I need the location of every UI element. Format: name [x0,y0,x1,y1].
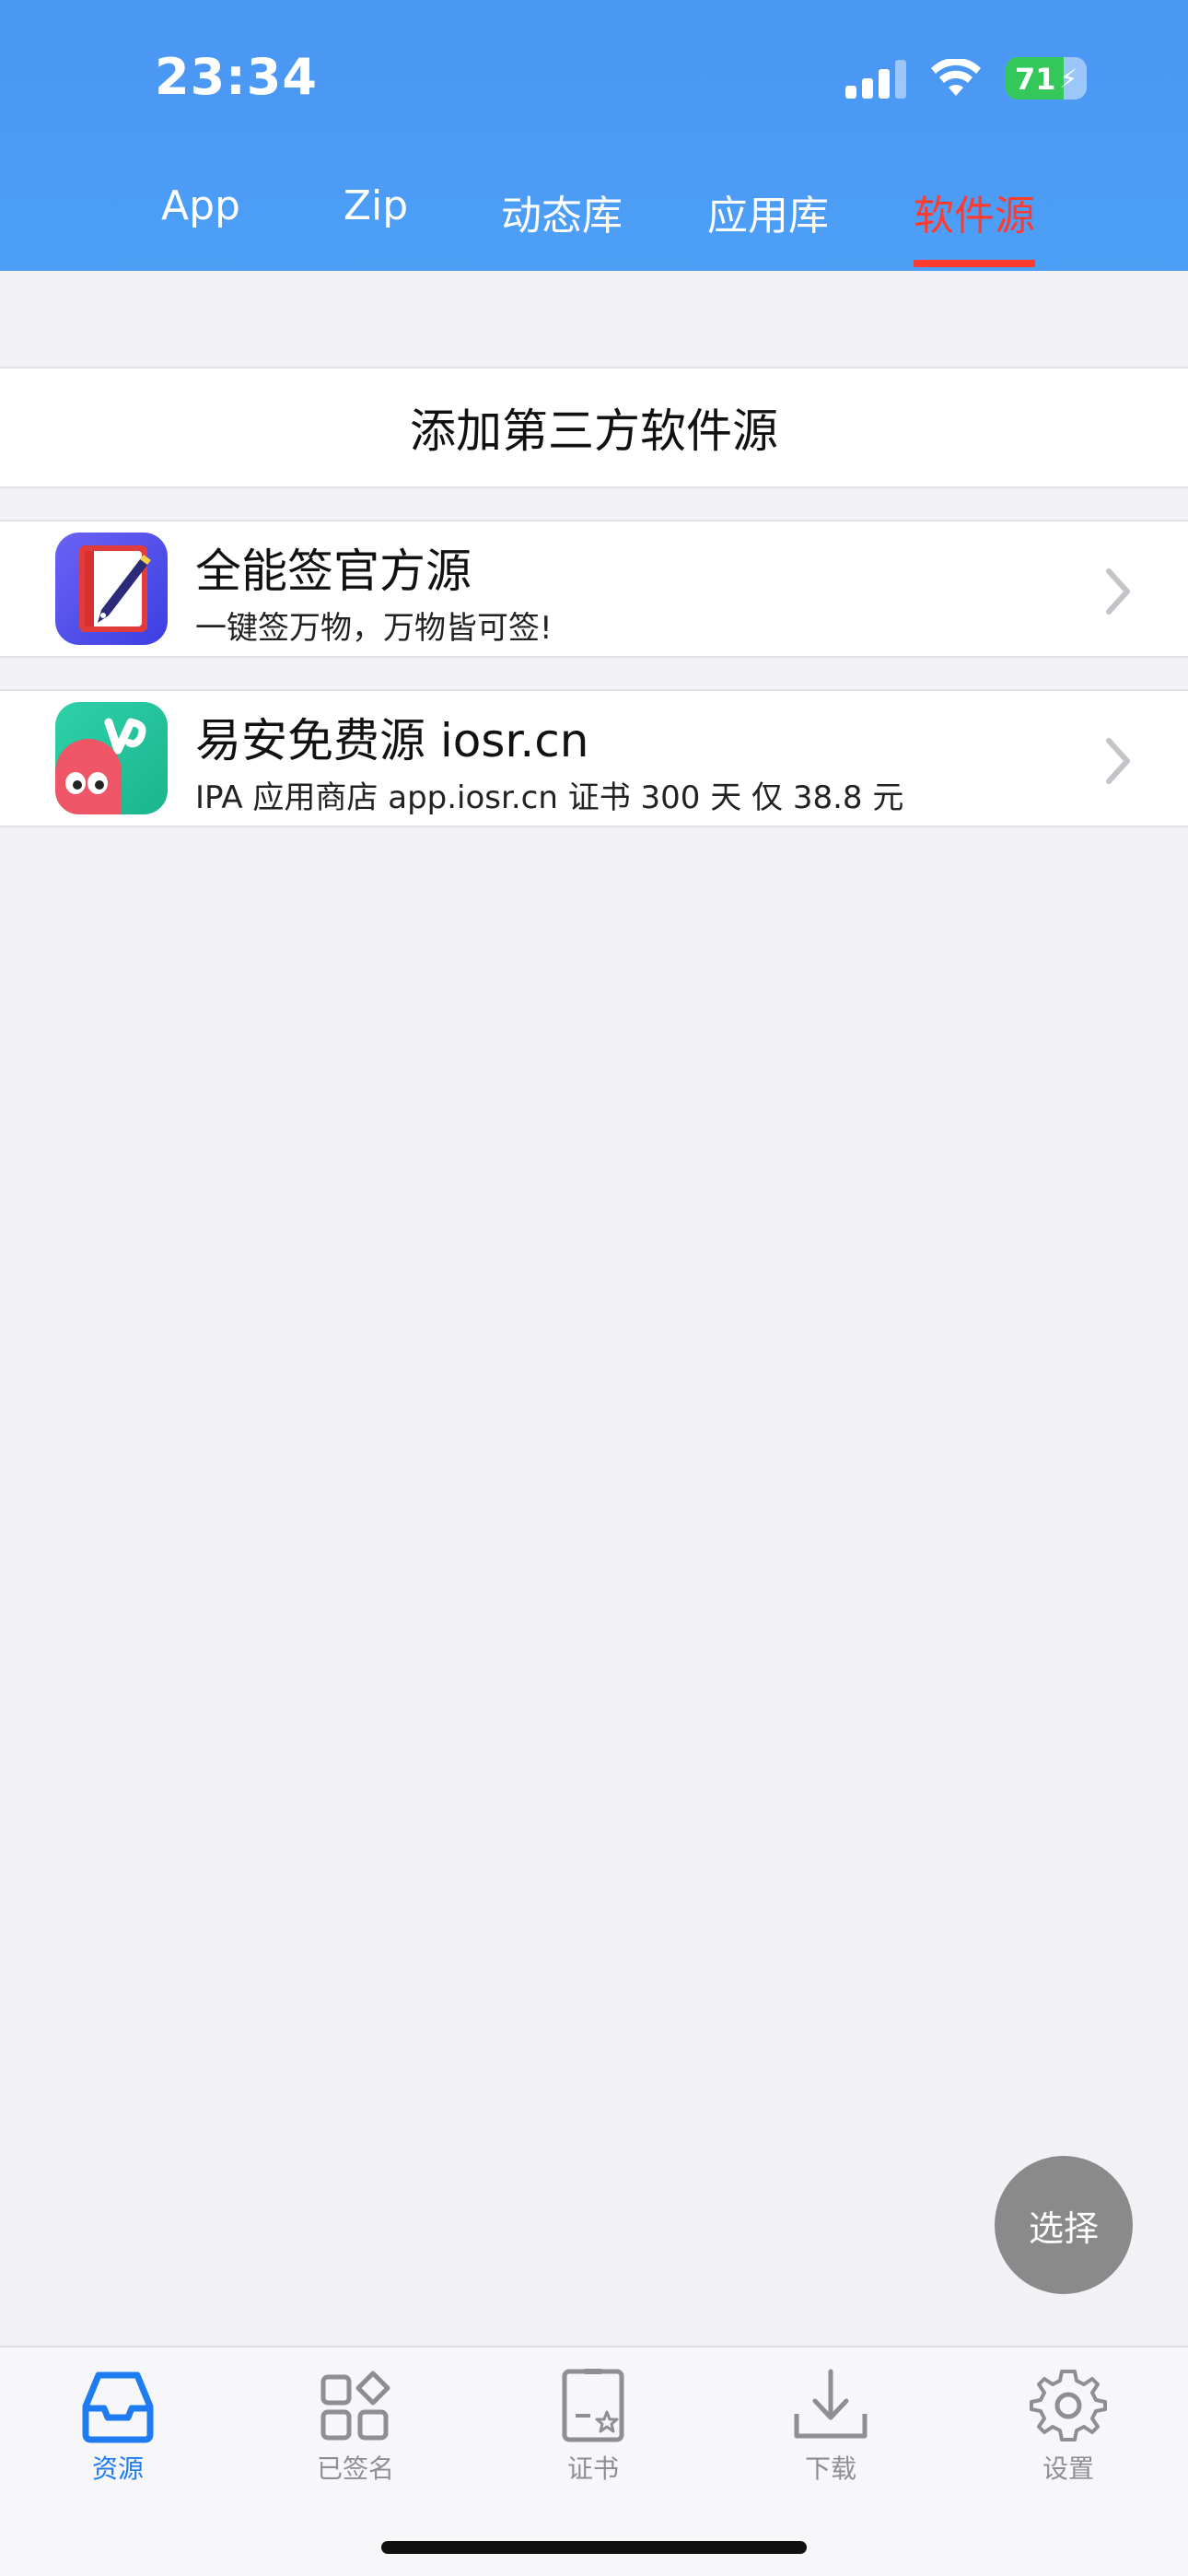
add-source-label: 添加第三方软件源 [410,404,778,458]
home-indicator[interactable] [381,2541,807,2554]
tab-app[interactable]: App [161,182,240,229]
inbox-icon [82,2371,154,2443]
tabbar-item-certificates[interactable]: 证书 [519,2366,667,2486]
vine-ghost-icon [55,702,168,814]
tabbar-item-download[interactable]: 下载 [757,2366,904,2486]
tabbar-label: 已签名 [316,2453,394,2484]
pen-book-icon [55,533,168,645]
source-title: 全能签官方源 [195,544,472,598]
source-row-official[interactable]: 全能签官方源 一键签万物，万物皆可签! [0,520,1188,658]
tab-app-library[interactable]: 应用库 [707,182,829,241]
cellular-signal-icon [845,58,906,99]
status-icons: 71 ⚡ [845,57,1087,100]
status-time: 23:34 [155,48,318,106]
source-subtitle: IPA 应用商店 app.iosr.cn 证书 300 天 仅 38.8 元 [195,779,904,816]
chevron-right-icon [1106,738,1130,784]
tab-software-source[interactable]: 软件源 [914,182,1035,241]
tabbar-label: 证书 [566,2453,619,2484]
top-header: 23:34 71 ⚡ App Zip 动态库 应用库 软件源 [0,0,1188,271]
select-button-label: 选择 [1028,2207,1099,2249]
wifi-icon [931,59,981,96]
tab-zip[interactable]: Zip [344,182,408,229]
add-source-button[interactable]: 添加第三方软件源 [0,367,1188,488]
battery-level: 71 [1015,62,1056,97]
select-button[interactable]: 选择 [995,2156,1133,2294]
chevron-right-icon [1106,568,1130,615]
battery-icon: 71 ⚡ [1006,57,1087,100]
tabbar-label: 资源 [91,2453,144,2484]
certificate-icon [562,2369,624,2442]
source-title: 易安免费源 iosr.cn [195,714,589,767]
download-icon [794,2369,868,2439]
source-subtitle: 一键签万物，万物皆可签! [195,610,553,647]
top-tabs: App Zip 动态库 应用库 软件源 [0,182,1188,271]
source-row-yian[interactable]: 易安免费源 iosr.cn IPA 应用商店 app.iosr.cn 证书 30… [0,689,1188,827]
tabbar-label: 设置 [1042,2453,1094,2484]
active-tab-indicator [914,260,1035,267]
tabbar-item-settings[interactable]: 设置 [995,2366,1142,2486]
tabbar-item-signed[interactable]: 已签名 [282,2366,429,2486]
grid-icon [320,2371,390,2441]
tabbar-label: 下载 [804,2453,856,2484]
gear-icon [1030,2370,1107,2441]
tabbar-item-resources[interactable]: 资源 [44,2366,192,2486]
tab-dylib[interactable]: 动态库 [501,182,623,241]
